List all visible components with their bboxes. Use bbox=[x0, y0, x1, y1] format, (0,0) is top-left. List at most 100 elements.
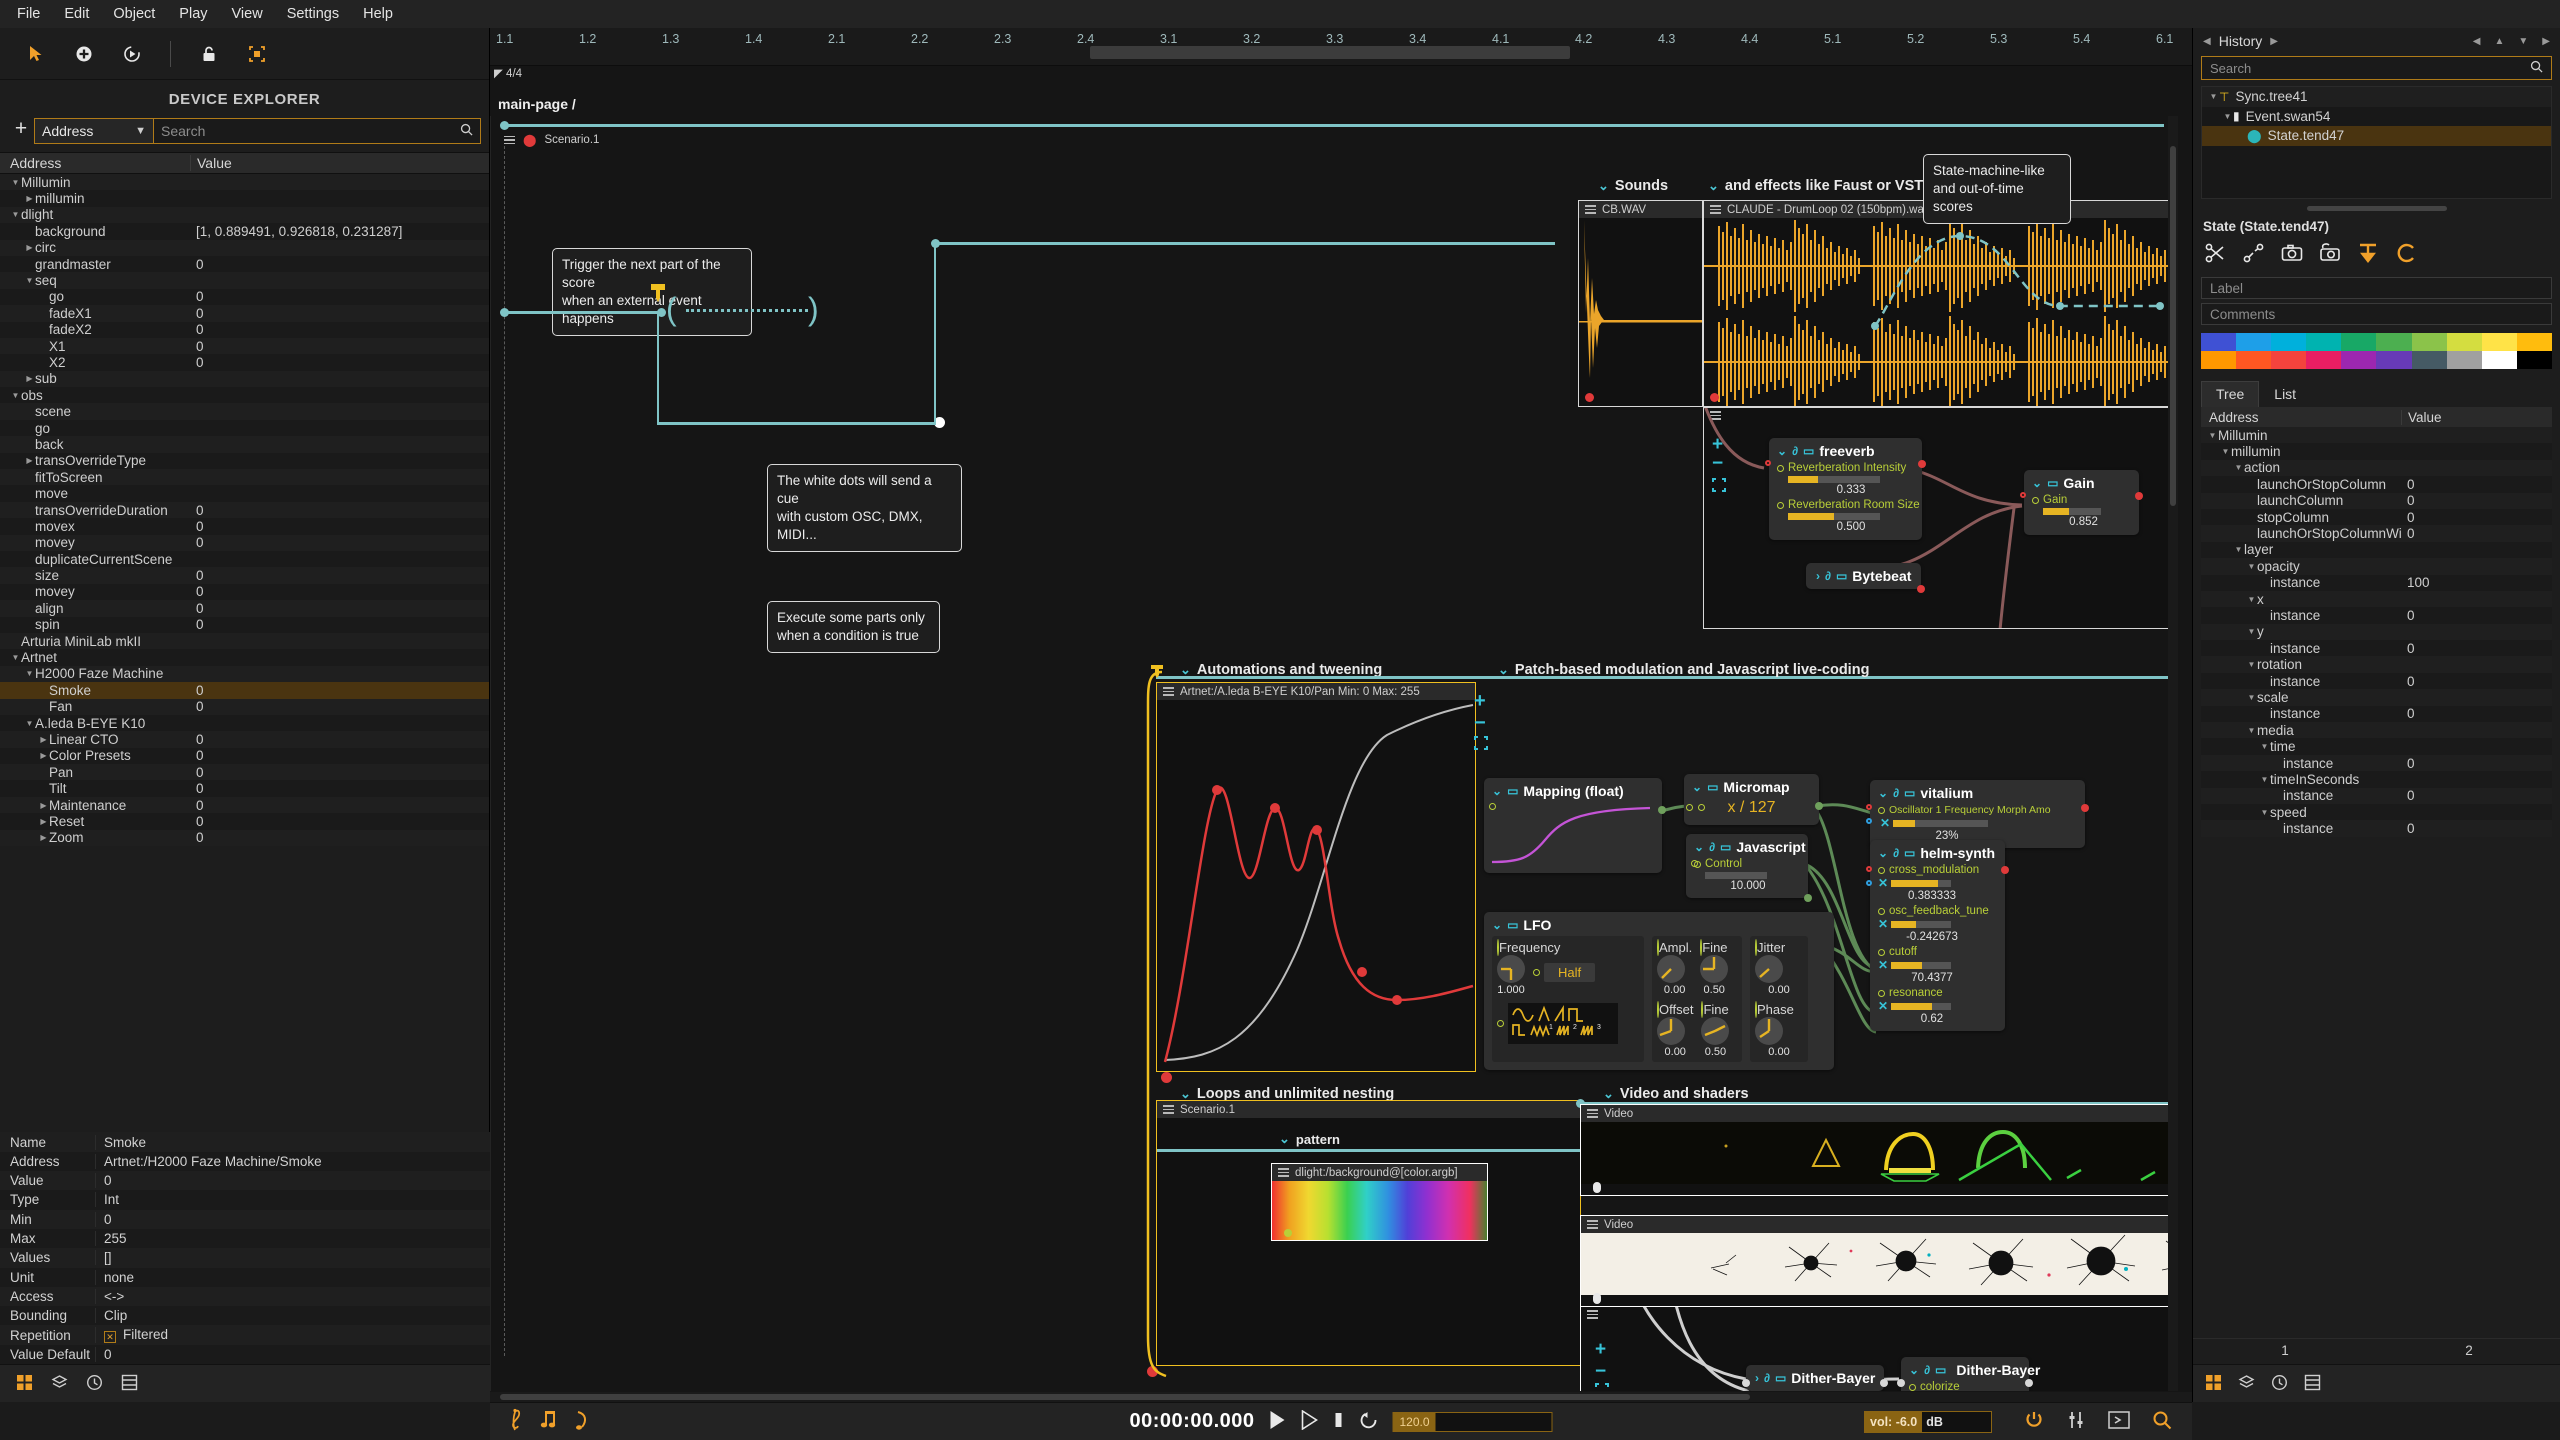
group-patch[interactable]: ⌄ Patch-based modulation and Javascript … bbox=[1498, 662, 1869, 678]
device-tree-row[interactable]: duplicateCurrentScene bbox=[0, 550, 489, 568]
pattern-point[interactable] bbox=[1284, 1229, 1292, 1237]
snapshot-revert-icon[interactable] bbox=[2319, 242, 2341, 267]
device-row-value[interactable]: 0 bbox=[190, 617, 489, 632]
device-tree-row[interactable]: ▶ Maintenance 0 bbox=[0, 796, 489, 814]
port-ring-icon[interactable] bbox=[1878, 948, 1885, 956]
clock-icon[interactable] bbox=[86, 1374, 103, 1394]
lfo-division-select[interactable]: Half bbox=[1544, 963, 1596, 982]
state-tree-row[interactable]: ▼ speed bbox=[2201, 803, 2552, 821]
disconnect-icon[interactable]: ✕ bbox=[1878, 999, 1888, 1013]
state-tree-row[interactable]: ▼ timeInSeconds bbox=[2201, 771, 2552, 788]
expand-arrow-icon[interactable]: ▶ bbox=[38, 751, 49, 760]
device-row-value[interactable]: 0 bbox=[190, 289, 489, 304]
inspector-value[interactable]: Clip bbox=[95, 1308, 490, 1324]
expand-arrow-icon[interactable]: ▶ bbox=[24, 243, 35, 252]
device-tree-row[interactable]: fadeX2 0 bbox=[0, 321, 489, 338]
menu-edit[interactable]: Edit bbox=[53, 3, 100, 25]
color-swatch[interactable] bbox=[2236, 333, 2272, 351]
inspector-row[interactable]: Bounding Clip bbox=[0, 1306, 490, 1326]
param-reverb-roomsize[interactable]: Reverberation Room Size 0.500 bbox=[1777, 499, 1920, 533]
device-row-value[interactable]: 0 bbox=[190, 339, 489, 354]
chevron-down-icon[interactable]: ⌄ bbox=[1492, 784, 1502, 798]
folder-icon[interactable]: ▭ bbox=[1775, 1371, 1786, 1385]
state-tree-row[interactable]: ▼ action bbox=[2201, 459, 2552, 477]
modulate-icon[interactable]: ∂ bbox=[1825, 569, 1831, 583]
state-row-value[interactable]: 0 bbox=[2401, 526, 2552, 541]
param-slider[interactable] bbox=[1705, 872, 1767, 879]
param-colorize[interactable]: colorize 0.533 bbox=[1909, 1381, 2021, 1391]
lfo-jitter-section[interactable]: Jitter 0.00 Phase 0.00 bbox=[1750, 936, 1808, 1062]
filter-mode-select[interactable]: Address ▼ bbox=[34, 118, 154, 144]
helm-midi-inlet[interactable] bbox=[1866, 880, 1872, 886]
device-row-value[interactable]: 0 bbox=[190, 519, 489, 534]
device-tree-row[interactable]: Smoke 0 bbox=[0, 682, 489, 699]
param-cutoff[interactable]: cutoff ✕ 70.4377 bbox=[1878, 946, 1997, 984]
repetition-checkbox[interactable]: ✕ bbox=[104, 1331, 116, 1344]
unlock-icon[interactable] bbox=[195, 40, 223, 68]
state-row-value[interactable]: 0 bbox=[2401, 788, 2552, 803]
grid-icon[interactable] bbox=[2205, 1374, 2222, 1394]
state-tree-row[interactable]: instance 0 bbox=[2201, 705, 2552, 723]
folder-icon[interactable]: ▭ bbox=[1507, 918, 1518, 932]
chevron-down-icon[interactable]: ⌄ bbox=[2032, 476, 2042, 490]
layers-icon[interactable] bbox=[2238, 1374, 2255, 1394]
expand-arrow-icon[interactable]: ▶ bbox=[38, 735, 49, 744]
state-tree-row[interactable]: launchOrStopColumnWithName0 bbox=[2201, 525, 2552, 542]
helm-audio-inlet[interactable] bbox=[1866, 866, 1872, 872]
master-volume-field[interactable]: vol: -6.0 dB bbox=[1864, 1410, 1992, 1433]
device-tree-row[interactable]: movex 0 bbox=[0, 518, 489, 535]
state-tree-row[interactable]: instance 0 bbox=[2201, 787, 2552, 804]
expand-arrow-icon[interactable]: ▶ bbox=[38, 801, 49, 810]
swatch-row-2[interactable] bbox=[2201, 351, 2552, 369]
video-clip-2-handle[interactable] bbox=[1593, 1293, 1601, 1304]
history-next-icon[interactable]: ▶ bbox=[2542, 36, 2550, 47]
state-tree-row[interactable]: instance 0 bbox=[2201, 754, 2552, 772]
expand-arrow-icon[interactable]: ▼ bbox=[10, 391, 21, 400]
lfo-freq-section[interactable]: Frequency 1.000 Half 1 2 3 bbox=[1492, 936, 1644, 1062]
burger-icon[interactable] bbox=[1587, 1220, 1598, 1229]
expand-arrow-icon[interactable]: ▼ bbox=[2233, 545, 2244, 554]
add-object-icon[interactable] bbox=[70, 40, 98, 68]
color-swatch[interactable] bbox=[2376, 351, 2412, 369]
inspector-row[interactable]: Type Int bbox=[0, 1190, 490, 1210]
color-swatch[interactable] bbox=[2201, 333, 2237, 351]
color-swatch[interactable] bbox=[2271, 351, 2307, 369]
list-icon[interactable] bbox=[2304, 1374, 2321, 1394]
device-tree-row[interactable]: ▼ dlight bbox=[0, 206, 489, 224]
port-ring-icon[interactable] bbox=[1878, 866, 1885, 874]
folder-icon[interactable]: ▭ bbox=[1707, 780, 1718, 794]
vitalium-midi-inlet[interactable] bbox=[1866, 818, 1872, 824]
menu-view[interactable]: View bbox=[221, 3, 274, 25]
menu-help[interactable]: Help bbox=[352, 3, 404, 25]
node-bytebeat[interactable]: › ∂ ▭ Bytebeat bbox=[1806, 563, 1926, 593]
expand-arrow-icon[interactable]: ▼ bbox=[10, 178, 21, 187]
color-swatch[interactable] bbox=[2516, 351, 2552, 369]
device-tree-row[interactable]: ▶ transOverrideType bbox=[0, 452, 489, 470]
vitalium-audio-inlet[interactable] bbox=[1866, 804, 1872, 810]
ruler-grip[interactable] bbox=[1090, 46, 1570, 59]
vitalium-outlet[interactable] bbox=[2081, 804, 2089, 812]
micromap-outlet[interactable] bbox=[1815, 802, 1823, 810]
page-2[interactable]: 2 bbox=[2377, 1339, 2560, 1364]
device-row-value[interactable]: 0 bbox=[190, 683, 489, 698]
color-swatch[interactable] bbox=[2201, 351, 2237, 369]
expand-arrow-icon[interactable]: ▼ bbox=[2246, 595, 2257, 604]
expand-arrow-icon[interactable]: ▼ bbox=[2246, 693, 2257, 702]
expand-arrow-icon[interactable]: ▼ bbox=[2246, 660, 2257, 669]
history-scrollbar[interactable] bbox=[2306, 206, 2447, 211]
node-mapping[interactable]: ⌄ ▭ Mapping (float) bbox=[1484, 778, 1666, 873]
state-tree-row[interactable]: ▼ media bbox=[2201, 722, 2552, 739]
shader-patch-box[interactable]: + − › ∂ ▭ Dither-Bayer ⌄ ∂ ▭ Dither-Baye… bbox=[1580, 1306, 2178, 1391]
inspector-value[interactable]: <-> bbox=[95, 1288, 490, 1304]
inspector-row[interactable]: Repetition ✕ Filtered bbox=[0, 1325, 490, 1345]
notes-icon[interactable] bbox=[540, 1409, 558, 1434]
param-osc1-morph[interactable]: Oscillator 1 Frequency Morph Amo ✕ 23% bbox=[1878, 804, 2077, 842]
device-tree-row[interactable]: movey 0 bbox=[0, 583, 489, 601]
automation-clip[interactable]: Artnet:/A.leda B-EYE K10/Pan Min: 0 Max:… bbox=[1156, 682, 1476, 1083]
loop-icon[interactable] bbox=[1358, 1411, 1378, 1432]
port-ring-icon[interactable] bbox=[1777, 464, 1784, 472]
pattern-clip[interactable]: dlight:/background@[color.argb] bbox=[1271, 1163, 1488, 1241]
burger-icon[interactable] bbox=[1278, 1168, 1289, 1177]
disconnect-icon[interactable]: ✕ bbox=[1878, 917, 1888, 931]
burger-icon[interactable] bbox=[504, 135, 515, 145]
